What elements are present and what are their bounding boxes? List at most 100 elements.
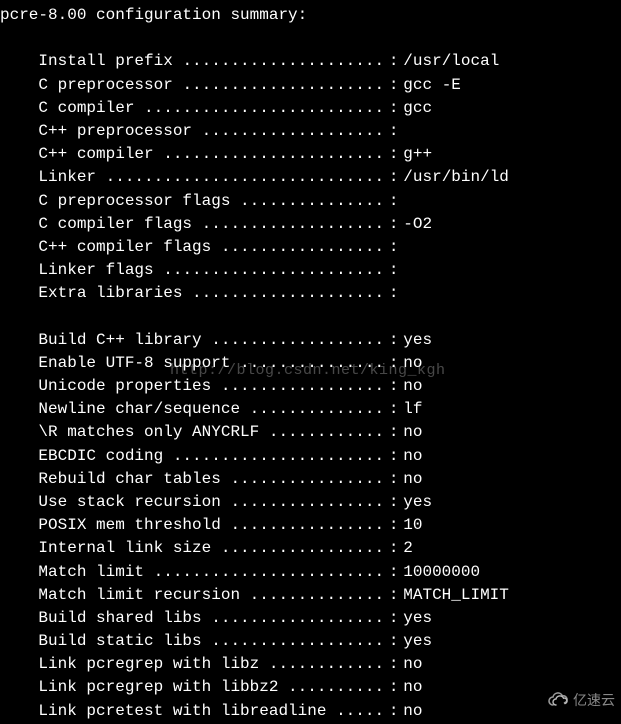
config-label: EBCDIC coding — [38, 445, 172, 468]
config-row: Use stack recursion ................:yes — [0, 491, 621, 514]
indent — [0, 259, 38, 282]
dot-leader: ....................... — [163, 143, 384, 166]
indent — [0, 282, 38, 305]
dot-leader: ................. — [221, 537, 384, 560]
separator-colon: : — [384, 190, 403, 213]
separator-colon: : — [384, 584, 403, 607]
dot-leader: .................. — [211, 630, 384, 653]
indent — [0, 561, 38, 584]
dot-leader: ................... — [202, 120, 384, 143]
dot-leader: ........................ — [154, 561, 384, 584]
config-row: Build shared libs ..................:yes — [0, 607, 621, 630]
indent — [0, 584, 38, 607]
indent — [0, 676, 38, 699]
separator-colon: : — [384, 653, 403, 676]
config-row: Match limit ........................:100… — [0, 561, 621, 584]
separator-colon: : — [384, 445, 403, 468]
dot-leader: ............ — [269, 653, 384, 676]
separator-colon: : — [384, 352, 403, 375]
separator-colon: : — [384, 282, 403, 305]
config-row: Unicode properties .................:no — [0, 375, 621, 398]
config-row: C++ compiler flags .................: — [0, 236, 621, 259]
config-label: Link pcretest with libreadline — [38, 700, 336, 723]
config-value: no — [403, 468, 422, 491]
indent — [0, 398, 38, 421]
dot-leader: ................. — [221, 375, 384, 398]
config-label: Link pcregrep with libz — [38, 653, 268, 676]
indent — [0, 213, 38, 236]
dot-leader: .............. — [250, 584, 384, 607]
indent — [0, 607, 38, 630]
indent — [0, 352, 38, 375]
config-label: Install prefix — [38, 50, 182, 73]
config-label: Build C++ library — [38, 329, 211, 352]
indent — [0, 74, 38, 97]
config-row: Extra libraries ....................: — [0, 282, 621, 305]
config-label: Use stack recursion — [38, 491, 230, 514]
config-value: -O2 — [403, 213, 432, 236]
dot-leader: ......................... — [144, 97, 384, 120]
separator-colon: : — [384, 97, 403, 120]
dot-leader: .................. — [211, 607, 384, 630]
separator-colon: : — [384, 375, 403, 398]
separator-colon: : — [384, 166, 403, 189]
indent — [0, 491, 38, 514]
config-row: Install prefix .....................:/us… — [0, 50, 621, 73]
indent — [0, 50, 38, 73]
dot-leader: ..................... — [182, 74, 384, 97]
config-value: /usr/bin/ld — [403, 166, 509, 189]
config-label: Enable UTF-8 support — [38, 352, 240, 375]
blank-line — [0, 27, 621, 50]
config-value: /usr/local — [403, 50, 499, 73]
config-value: lf — [403, 398, 422, 421]
config-row: Rebuild char tables ................:no — [0, 468, 621, 491]
dot-leader: ................ — [230, 468, 384, 491]
dot-leader: ................. — [221, 236, 384, 259]
config-row: Match limit recursion ..............:MAT… — [0, 584, 621, 607]
config-row: C compiler flags ...................:-O2 — [0, 213, 621, 236]
config-row: Link pcregrep with libbz2 ..........:no — [0, 676, 621, 699]
config-value: no — [403, 375, 422, 398]
config-row: Enable UTF-8 support ...............:no — [0, 352, 621, 375]
indent — [0, 630, 38, 653]
config-value: no — [403, 352, 422, 375]
dot-leader: ................ — [230, 514, 384, 537]
indent — [0, 421, 38, 444]
indent — [0, 537, 38, 560]
dot-leader: .................... — [192, 282, 384, 305]
dot-leader: ............... — [240, 190, 384, 213]
separator-colon: : — [384, 329, 403, 352]
config-value: yes — [403, 607, 432, 630]
config-label: C++ compiler — [38, 143, 163, 166]
config-row: C preprocessor .....................:gcc… — [0, 74, 621, 97]
indent — [0, 143, 38, 166]
dot-leader: ....................... — [163, 259, 384, 282]
config-label: Internal link size — [38, 537, 220, 560]
config-row: Link pcregrep with libz ............:no — [0, 653, 621, 676]
config-label: \R matches only ANYCRLF — [38, 421, 268, 444]
dot-leader: ..................... — [182, 50, 384, 73]
config-row: \R matches only ANYCRLF ............:no — [0, 421, 621, 444]
separator-colon: : — [384, 74, 403, 97]
dot-leader: .......... — [288, 676, 384, 699]
config-value: gcc -E — [403, 74, 461, 97]
separator-colon: : — [384, 398, 403, 421]
indent — [0, 97, 38, 120]
separator-colon: : — [384, 537, 403, 560]
indent — [0, 700, 38, 723]
indent — [0, 375, 38, 398]
config-value: MATCH_LIMIT — [403, 584, 509, 607]
separator-colon: : — [384, 50, 403, 73]
separator-colon: : — [384, 143, 403, 166]
config-row: Linker flags .......................: — [0, 259, 621, 282]
config-label: C++ preprocessor — [38, 120, 201, 143]
separator-colon: : — [384, 491, 403, 514]
config-value: 2 — [403, 537, 413, 560]
config-value: no — [403, 653, 422, 676]
config-label: Build shared libs — [38, 607, 211, 630]
separator-colon: : — [384, 120, 403, 143]
config-label: Unicode properties — [38, 375, 220, 398]
dot-leader: ............... — [240, 352, 384, 375]
dot-leader: ..... — [336, 700, 384, 723]
config-value: no — [403, 676, 422, 699]
